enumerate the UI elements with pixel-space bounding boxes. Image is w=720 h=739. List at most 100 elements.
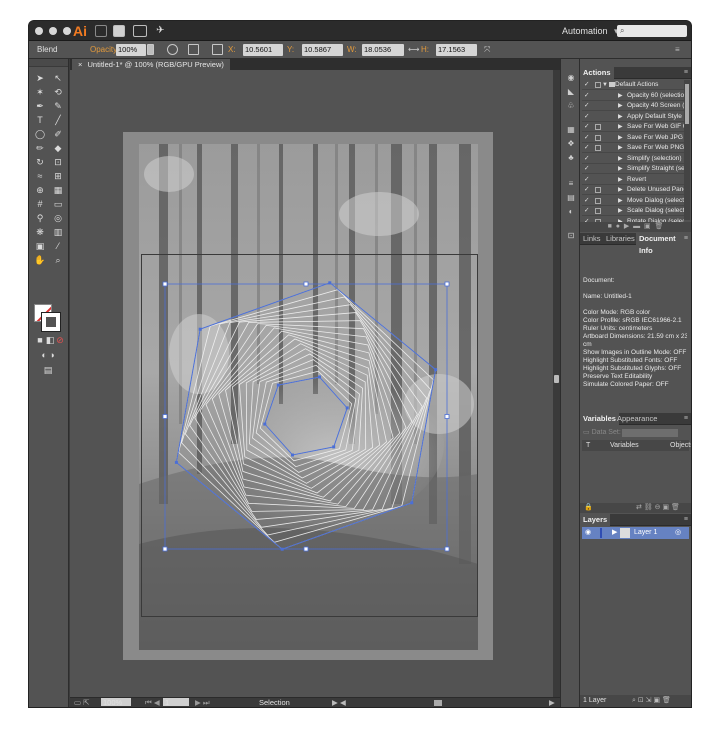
checkmark-icon[interactable]: ✓ — [584, 143, 589, 153]
checkmark-icon[interactable]: ✓ — [584, 185, 589, 195]
disclosure-triangle-icon[interactable]: ▶ — [618, 91, 623, 101]
layer-row[interactable]: ◉ ▶ Layer 1 ◎ — [582, 527, 689, 539]
width-tool-icon[interactable]: ≈ — [34, 171, 46, 182]
scale-tool-icon[interactable]: ⊡ — [52, 157, 64, 168]
symbols-panel-icon[interactable]: ♧ — [566, 101, 576, 110]
hexagon-spiral-artwork[interactable] — [70, 70, 553, 697]
artboards-panel-icon[interactable]: ⊡ — [566, 231, 576, 240]
appearance-panel-icon[interactable]: ◉ — [566, 73, 576, 82]
current-tool-status[interactable]: Selection — [259, 698, 290, 707]
mesh-tool-icon[interactable]: # — [34, 199, 46, 210]
disclosure-triangle-icon[interactable]: ▶ — [618, 112, 623, 122]
help-search-input[interactable]: ⌕ — [617, 25, 687, 37]
action-row[interactable]: ✓ ▶ Apply Default Style (selection) — [582, 112, 684, 122]
new-set-icon[interactable]: ▬ — [633, 223, 640, 230]
action-row[interactable]: ✓ ▶ Save For Web GIF 64 Dithered — [582, 122, 684, 132]
disclosure-triangle-icon[interactable]: ▶ — [618, 122, 623, 132]
curvature-tool-icon[interactable]: ✎ — [52, 101, 64, 112]
bridge-icon[interactable] — [95, 25, 107, 37]
disclosure-triangle-icon[interactable]: ▶ — [618, 101, 623, 111]
disclosure-triangle-icon[interactable]: ▼ — [602, 80, 608, 90]
transform-icon[interactable]: ⤧ — [484, 45, 490, 55]
record-icon[interactable]: ● — [616, 223, 620, 230]
checkmark-icon[interactable]: ✓ — [584, 175, 589, 185]
close-window-button[interactable] — [35, 27, 43, 35]
action-row[interactable]: ✓ ▶ Simplify (selection) — [582, 154, 684, 164]
col-variables[interactable]: Variables — [610, 440, 639, 451]
selection-tool-icon[interactable]: ➤ — [34, 73, 46, 84]
x-field[interactable]: 10.5601 cm — [243, 44, 283, 66]
visibility-eye-icon[interactable]: ◉ — [585, 527, 591, 539]
checkmark-icon[interactable]: ✓ — [584, 164, 589, 174]
checkmark-icon[interactable]: ✓ — [584, 112, 589, 122]
checkmark-icon[interactable]: ✓ — [584, 122, 589, 132]
resize-handle[interactable] — [162, 546, 168, 552]
recolor-icon[interactable] — [167, 44, 178, 55]
opacity-field[interactable]: 100% — [116, 44, 146, 56]
brushes-panel-icon[interactable]: ◣ — [566, 87, 576, 96]
action-row[interactable]: ✓ ▶ Simplify Straight (selection) — [582, 164, 684, 174]
dialog-toggle-icon[interactable] — [595, 134, 601, 141]
eyedropper-tool-icon[interactable]: ⚲ — [34, 213, 46, 224]
stop-icon[interactable]: ■ — [608, 223, 612, 230]
disclosure-triangle-icon[interactable]: ▶ — [618, 206, 623, 216]
layers-footer-icons[interactable]: ⌕ ⊡ ⇲ ▣ 🗑 — [632, 695, 671, 707]
none-mode-icon[interactable]: ⊘ — [54, 335, 66, 346]
blend-tool-icon[interactable]: ◎ — [52, 213, 64, 224]
close-tab-icon[interactable]: × — [78, 60, 82, 69]
target-icon[interactable]: ◎ — [675, 527, 681, 539]
disclosure-triangle-icon[interactable]: ▶ — [618, 196, 623, 206]
scroll-left-icon[interactable]: ◀ — [340, 698, 346, 707]
lasso-tool-icon[interactable]: ⟲ — [52, 87, 64, 98]
align-icon[interactable] — [188, 44, 199, 55]
zoom-tool-icon[interactable]: ⌕ — [52, 255, 64, 266]
delete-icon[interactable]: 🗑 — [655, 223, 664, 230]
action-row[interactable]: ✓ ▶ Save For Web JPG Medium — [582, 133, 684, 143]
slice-tool-icon[interactable]: ⁄ — [52, 241, 64, 252]
new-action-icon[interactable]: ▣ — [644, 223, 651, 230]
transparency-panel-icon[interactable]: ◐ — [566, 207, 576, 216]
action-row[interactable]: ✓ ▶ Delete Unused Panel Items — [582, 185, 684, 195]
gradient-panel-icon[interactable]: ▤ — [566, 193, 576, 202]
resize-handle[interactable] — [444, 414, 450, 419]
zoom-field[interactable]: 100% — [101, 698, 131, 707]
screen-mode-icon[interactable]: ▤ — [42, 365, 54, 376]
reference-point-icon[interactable] — [212, 44, 223, 55]
stock-icon[interactable] — [113, 25, 125, 37]
opacity-dropdown[interactable] — [147, 44, 154, 55]
stroke-swatch[interactable] — [41, 312, 61, 332]
canvas-area[interactable] — [70, 70, 553, 697]
resize-handle[interactable] — [444, 281, 450, 287]
artboard-tool-icon[interactable]: ▣ — [34, 241, 46, 252]
ellipse-tool-icon[interactable]: ◯ — [34, 129, 46, 140]
checkmark-icon[interactable]: ✓ — [584, 206, 589, 216]
actions-scroll-thumb[interactable] — [685, 84, 689, 124]
pen-tool-icon[interactable]: ✒ — [34, 101, 46, 112]
layer-name[interactable]: Layer 1 — [634, 527, 657, 539]
graphic-styles-panel-icon[interactable]: ❖ — [566, 139, 576, 148]
checkmark-icon[interactable]: ✓ — [584, 91, 589, 101]
artboard-number-field[interactable]: 1 — [163, 698, 189, 707]
h-field[interactable]: 17.1563 cm — [436, 44, 477, 66]
vertical-scroll-thumb[interactable] — [554, 375, 559, 383]
link-proportions-icon[interactable]: ⟷ — [408, 45, 419, 54]
disclosure-triangle-icon[interactable]: ▶ — [618, 133, 623, 143]
shape-builder-tool-icon[interactable]: ⊕ — [34, 185, 46, 196]
hand-tool-icon[interactable]: ✋ — [34, 255, 46, 266]
info-panel-menu-icon[interactable]: ≡ — [684, 233, 688, 245]
document-tab[interactable]: × Untitled-1* @ 100% (RGB/GPU Preview) — [72, 59, 230, 70]
workspace-switcher[interactable]: Automation ▾ — [562, 26, 619, 37]
y-field[interactable]: 10.5867 cm — [302, 44, 343, 66]
data-set-select[interactable] — [622, 429, 678, 437]
tab-actions[interactable]: Actions — [580, 67, 614, 79]
tools-panel-grip[interactable] — [29, 59, 68, 67]
disclosure-triangle-icon[interactable]: ▶ — [618, 154, 623, 164]
checkmark-icon[interactable]: ✓ — [584, 80, 589, 90]
gradient-tool-icon[interactable]: ▭ — [52, 199, 64, 210]
disclosure-triangle-icon[interactable]: ▶ — [618, 143, 623, 153]
gpu-performance-icon[interactable]: ✈ — [156, 25, 168, 37]
scroll-right-icon[interactable]: ▶ — [549, 698, 555, 707]
tab-links[interactable]: Links — [580, 233, 604, 245]
artboard-prev-icon[interactable]: ⏮ ◀ — [145, 698, 160, 707]
action-set-row[interactable]: ✓ ▼ Default Actions — [582, 80, 684, 90]
